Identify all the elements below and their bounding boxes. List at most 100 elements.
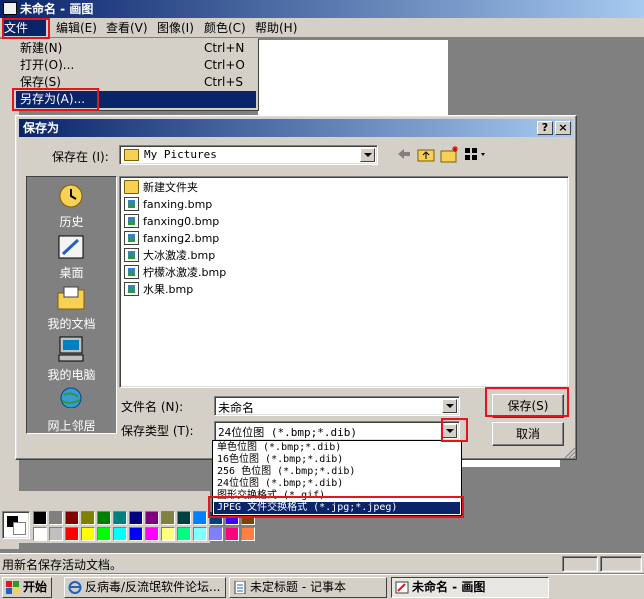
filetype-dropdown-list: 单色位图 (*.bmp;*.dib) 16色位图 (*.bmp;*.dib) 2… — [212, 440, 462, 516]
bitmap-file-icon — [124, 214, 139, 228]
ie-icon — [68, 581, 82, 594]
menu-item-save[interactable]: 保存(S) Ctrl+S — [16, 74, 256, 91]
paint-title-bar[interactable]: 未命名 - 画图 — [0, 0, 644, 18]
file-menu-dropdown: 新建(N) Ctrl+N 打开(O)... Ctrl+O 保存(S) Ctrl+… — [13, 38, 259, 111]
drawing-canvas[interactable] — [258, 40, 448, 115]
palette-swatch[interactable] — [177, 527, 191, 541]
cancel-button[interactable]: 取消 — [492, 422, 564, 446]
list-item[interactable]: 新建文件夹 — [124, 179, 198, 196]
palette-swatch[interactable] — [113, 511, 127, 525]
list-item[interactable]: 大冰激凌.bmp — [124, 247, 215, 264]
dialog-title-bar[interactable]: 保存为 ? × — [19, 119, 573, 137]
folder-icon — [124, 149, 139, 161]
palette-swatch[interactable] — [161, 511, 175, 525]
palette-swatch[interactable] — [113, 527, 127, 541]
new-folder-icon[interactable] — [440, 145, 460, 163]
bitmap-file-icon — [124, 231, 139, 245]
menu-view[interactable]: 查看(V) — [104, 20, 150, 36]
save-as-dialog: 保存为 ? × 保存在 (I): My Pictures 历史 桌面 我的文档 … — [15, 115, 577, 460]
palette-swatch[interactable] — [49, 527, 63, 541]
chevron-down-icon[interactable] — [442, 399, 457, 413]
close-button[interactable]: × — [555, 121, 571, 135]
desktop-icon — [58, 235, 84, 259]
view-menu-icon[interactable] — [464, 146, 488, 162]
menu-item-open[interactable]: 打开(O)... Ctrl+O — [16, 57, 256, 74]
menu-item-save-as[interactable]: 另存为(A)... — [16, 91, 256, 108]
menu-colors[interactable]: 颜色(C) — [202, 20, 248, 36]
place-history[interactable]: 历史 — [27, 181, 116, 231]
filename-label: 文件名 (N): — [121, 400, 184, 414]
filename-input[interactable]: 未命名 — [214, 396, 460, 416]
filetype-option-jpeg[interactable]: JPEG 文件交换格式 (*.jpg;*.jpeg) — [214, 502, 460, 514]
windows-logo-icon — [6, 581, 19, 594]
palette-swatch[interactable] — [145, 527, 159, 541]
menu-image[interactable]: 图像(I) — [155, 20, 196, 36]
palette-swatch[interactable] — [225, 527, 239, 541]
my-computer-icon — [58, 336, 84, 362]
palette-swatch[interactable] — [65, 511, 79, 525]
menu-item-new[interactable]: 新建(N) Ctrl+N — [16, 40, 256, 57]
color-palette — [0, 491, 255, 543]
task-paint[interactable]: 未命名 - 画图 — [391, 577, 549, 598]
palette-swatch[interactable] — [145, 511, 159, 525]
filetype-option[interactable]: 单色位图 (*.bmp;*.dib) — [214, 442, 460, 454]
list-item[interactable]: fanxing.bmp — [124, 196, 212, 213]
filetype-select[interactable]: 24位位图 (*.bmp;*.dib) — [214, 421, 460, 441]
menu-help[interactable]: 帮助(H) — [253, 20, 299, 36]
palette-swatch[interactable] — [161, 527, 175, 541]
paint-menu-bar: 文件(F) 编辑(E) 查看(V) 图像(I) 颜色(C) 帮助(H) — [0, 18, 644, 51]
paint-app-icon — [3, 2, 17, 15]
palette-swatch[interactable] — [177, 511, 191, 525]
help-button[interactable]: ? — [537, 121, 553, 135]
file-list[interactable]: 新建文件夹 fanxing.bmp fanxing0.bmp fanxing2.… — [119, 176, 569, 388]
back-icon[interactable] — [396, 147, 412, 161]
place-desktop[interactable]: 桌面 — [27, 232, 116, 282]
save-in-combo[interactable]: My Pictures — [119, 145, 378, 165]
filetype-option[interactable]: 256 色位图 (*.bmp;*.dib) — [214, 466, 460, 478]
palette-swatch[interactable] — [209, 527, 223, 541]
place-my-documents[interactable]: 我的文档 — [27, 283, 116, 333]
filetype-option[interactable]: 图形交换格式 (*.gif) — [214, 490, 460, 502]
save-button[interactable]: 保存(S) — [492, 394, 564, 418]
paint-title-text: 未命名 - 画图 — [20, 2, 94, 16]
paint-icon — [395, 581, 409, 594]
bitmap-file-icon — [124, 248, 139, 262]
status-bar: 用新名保存活动文档。 — [0, 553, 644, 573]
list-item[interactable]: 水果.bmp — [124, 281, 193, 298]
current-colors[interactable] — [2, 511, 30, 539]
place-my-computer[interactable]: 我的电脑 — [27, 334, 116, 384]
palette-swatch[interactable] — [81, 527, 95, 541]
chevron-down-icon[interactable] — [442, 424, 457, 438]
task-browser[interactable]: 反病毒/反流氓软件论坛... — [64, 577, 226, 598]
filetype-option[interactable]: 16色位图 (*.bmp;*.dib) — [214, 454, 460, 466]
notepad-icon — [234, 581, 246, 594]
menu-edit[interactable]: 编辑(E) — [54, 20, 99, 36]
palette-swatch[interactable] — [81, 511, 95, 525]
palette-swatch[interactable] — [33, 527, 47, 541]
background-color — [13, 522, 26, 535]
list-item[interactable]: fanxing2.bmp — [124, 230, 219, 247]
palette-swatch[interactable] — [193, 511, 207, 525]
menu-file[interactable]: 文件(F) — [2, 20, 46, 51]
palette-swatch[interactable] — [97, 527, 111, 541]
place-network[interactable]: 网上邻居 — [27, 385, 116, 435]
palette-swatch[interactable] — [193, 527, 207, 541]
task-notepad[interactable]: 未定标题 - 记事本 — [229, 577, 387, 598]
palette-swatch[interactable] — [129, 511, 143, 525]
palette-swatch[interactable] — [241, 527, 255, 541]
chevron-down-icon[interactable] — [360, 148, 375, 162]
list-item[interactable]: 柠檬冰激凌.bmp — [124, 264, 226, 281]
up-folder-icon[interactable] — [417, 146, 435, 162]
places-bar: 历史 桌面 我的文档 我的电脑 网上邻居 — [26, 176, 117, 434]
resize-grip-icon[interactable] — [564, 447, 576, 459]
palette-swatch[interactable] — [129, 527, 143, 541]
network-icon — [60, 387, 82, 412]
list-item[interactable]: fanxing0.bmp — [124, 213, 219, 230]
palette-swatch[interactable] — [33, 511, 47, 525]
palette-swatch[interactable] — [65, 527, 79, 541]
palette-swatch[interactable] — [97, 511, 111, 525]
palette-swatch[interactable] — [49, 511, 63, 525]
history-icon — [59, 184, 83, 208]
filetype-option[interactable]: 24位位图 (*.bmp;*.dib) — [214, 478, 460, 490]
start-button[interactable]: 开始 — [2, 577, 52, 598]
